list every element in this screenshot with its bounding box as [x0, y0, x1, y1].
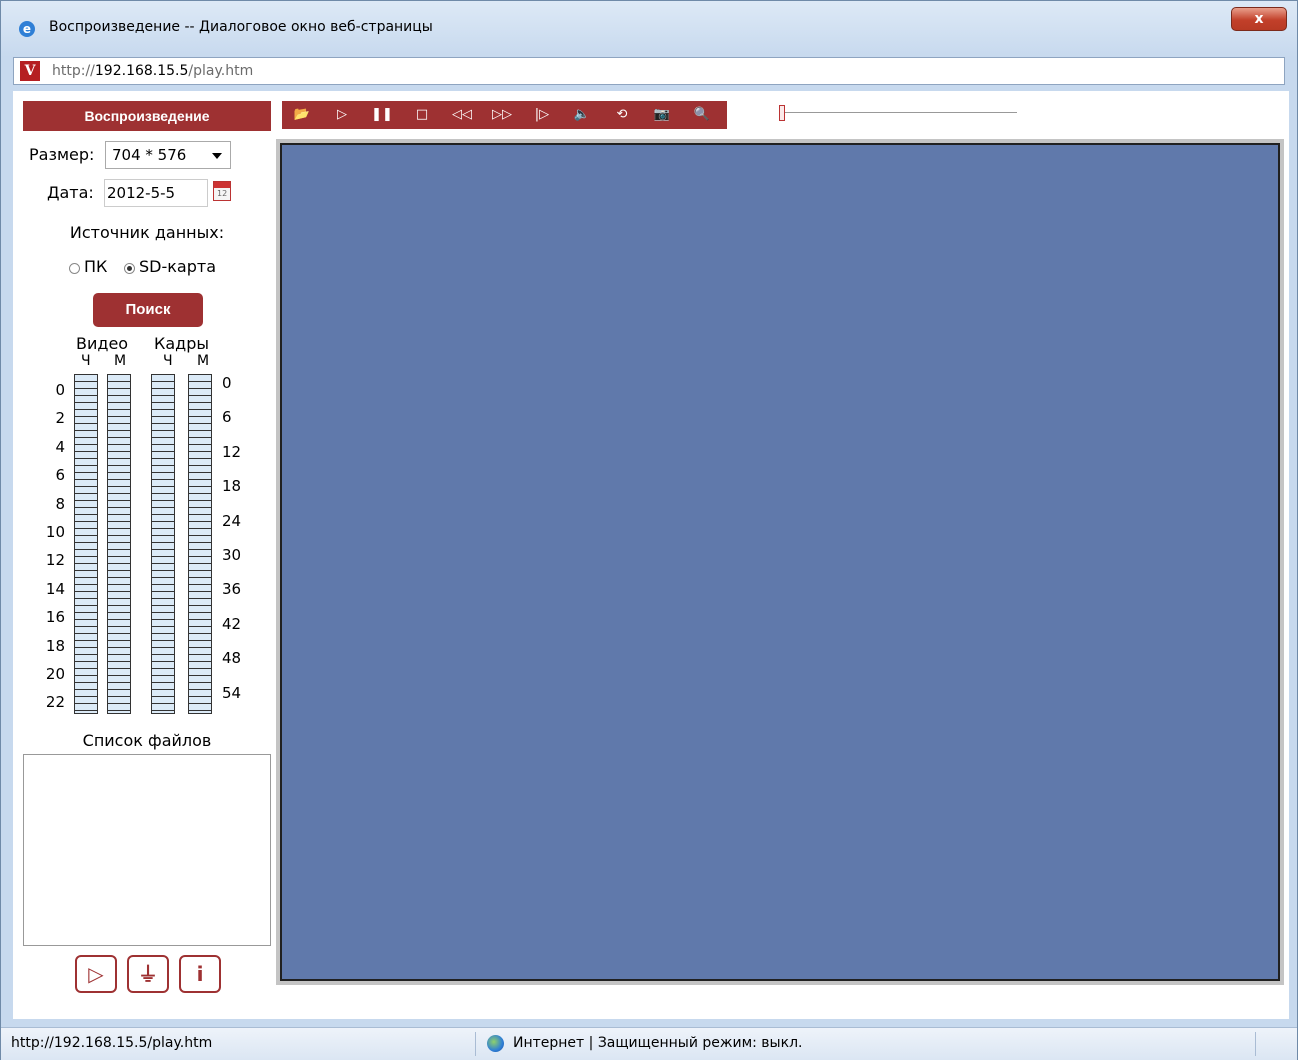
minute-label: 0 — [222, 374, 232, 392]
pause-icon: ❚❚ — [371, 107, 393, 122]
step-forward-button[interactable]: |▷ — [524, 101, 560, 129]
radio-sd-card-label: SD-карта — [139, 257, 216, 276]
hour-label: 4 — [55, 437, 65, 456]
volume-button[interactable]: 🔈 — [564, 101, 600, 129]
speaker-icon: 🔈 — [573, 107, 591, 122]
volume-slider-track[interactable] — [783, 112, 1017, 113]
status-separator — [475, 1032, 476, 1056]
minute-label: 30 — [222, 546, 242, 564]
hour-label: 16 — [45, 608, 65, 627]
title-bar: e Воспроизведение -- Диалоговое окно веб… — [1, 1, 1297, 57]
calendar-icon-text: 12 — [217, 189, 228, 198]
loop-icon: ⟲ — [616, 107, 628, 122]
video-hours-grid[interactable] — [74, 374, 98, 714]
fast-forward-icon: ▷▷ — [492, 107, 512, 122]
video-frame — [276, 139, 1284, 985]
video-minutes-grid[interactable] — [107, 374, 131, 714]
download-icon: ⏚ — [138, 962, 158, 986]
fast-forward-button[interactable]: ▷▷ — [484, 101, 520, 129]
hour-label: 18 — [45, 636, 65, 655]
zoom-button[interactable]: 🔍 — [684, 101, 720, 129]
minute-label: 36 — [222, 580, 242, 599]
ie-icon: e — [19, 21, 35, 37]
hour-label: 22 — [45, 693, 65, 712]
data-source-label: Источник данных: — [69, 223, 225, 242]
stop-icon: □ — [415, 107, 429, 122]
size-select-value: 704 * 576 — [112, 146, 187, 164]
security-zone: Интернет | Защищенный режим: выкл. — [513, 1035, 803, 1051]
rewind-icon: ◁◁ — [452, 107, 472, 122]
frames-hours-grid[interactable] — [151, 374, 175, 714]
size-label: Размер: — [29, 145, 95, 164]
volume-slider-thumb[interactable] — [779, 105, 785, 121]
open-folder-button[interactable]: 📂 — [284, 101, 320, 129]
frames-hours-subheader: Ч — [163, 353, 173, 369]
chevron-down-icon — [212, 153, 222, 159]
download-file-button[interactable]: ⏚ — [127, 955, 169, 993]
file-list-label: Список файлов — [82, 731, 212, 750]
video-viewport[interactable] — [280, 143, 1280, 981]
status-url: http://192.168.15.5/play.htm — [11, 1035, 213, 1051]
file-info-button[interactable]: i — [179, 955, 221, 993]
video-hours-subheader: Ч — [81, 353, 91, 369]
hour-label: 2 — [55, 409, 65, 428]
playback-header: Воспроизведение — [23, 101, 271, 131]
play-button[interactable]: ▷ — [324, 101, 360, 129]
hour-label: 8 — [55, 494, 65, 513]
hour-label: 14 — [45, 579, 65, 598]
minute-label: 6 — [222, 408, 232, 427]
rewind-button[interactable]: ◁◁ — [444, 101, 480, 129]
stop-button[interactable]: □ — [404, 101, 440, 129]
video-column-header: Видео — [76, 334, 129, 353]
close-button[interactable]: x — [1231, 7, 1287, 31]
date-input[interactable]: 2012-5-5 — [104, 179, 208, 207]
snapshot-button[interactable]: 📷 — [644, 101, 680, 129]
size-select[interactable]: 704 * 576 — [105, 141, 231, 169]
hour-label: 10 — [45, 523, 65, 541]
status-separator — [1255, 1032, 1256, 1056]
camera-icon: 📷 — [653, 107, 671, 122]
minute-label: 12 — [222, 442, 242, 461]
hour-label: 0 — [55, 381, 65, 399]
minute-label: 54 — [222, 683, 242, 702]
minute-label: 48 — [222, 649, 242, 668]
calendar-icon[interactable]: 12 — [213, 181, 231, 201]
site-logo-icon: V — [20, 61, 40, 81]
globe-icon — [487, 1035, 504, 1052]
frames-minutes-subheader: М — [197, 353, 210, 369]
radio-pc-label: ПК — [84, 257, 108, 276]
minute-label: 18 — [222, 477, 242, 496]
minute-label: 24 — [222, 511, 242, 530]
folder-open-icon: 📂 — [293, 107, 311, 122]
address-url: http://192.168.15.5/play.htm — [52, 63, 254, 79]
hour-label: 6 — [55, 466, 65, 485]
browser-window: e Воспроизведение -- Диалоговое окно веб… — [0, 0, 1298, 1060]
frames-column-header: Кадры — [154, 334, 210, 353]
info-icon: i — [196, 962, 204, 986]
address-bar: V http://192.168.15.5/play.htm — [13, 57, 1285, 85]
file-list[interactable] — [23, 754, 271, 946]
window-title: Воспроизведение -- Диалоговое окно веб-с… — [49, 19, 433, 35]
pause-button[interactable]: ❚❚ — [364, 101, 400, 129]
hour-label: 20 — [45, 665, 65, 683]
search-button[interactable]: Поиск — [93, 293, 203, 327]
play-file-button[interactable]: ▷ — [75, 955, 117, 993]
status-bar: http://192.168.15.5/play.htm Интернет | … — [1, 1027, 1297, 1060]
play-icon: ▷ — [88, 962, 104, 986]
hour-label: 12 — [45, 551, 65, 570]
radio-pc[interactable] — [69, 263, 80, 274]
step-forward-icon: |▷ — [534, 107, 550, 122]
radio-sd-card[interactable] — [124, 263, 135, 274]
zoom-icon: 🔍 — [693, 107, 711, 122]
play-icon: ▷ — [337, 107, 347, 122]
playback-toolbar: 📂 ▷ ❚❚ □ ◁◁ ▷▷ |▷ 🔈 ⟲ 📷 🔍 — [282, 101, 727, 129]
frames-minutes-grid[interactable] — [188, 374, 212, 714]
date-label: Дата: — [47, 183, 94, 202]
video-minutes-subheader: М — [114, 353, 127, 369]
loop-button[interactable]: ⟲ — [604, 101, 640, 129]
page-content: Воспроизведение Размер: 704 * 576 Дата: … — [13, 91, 1289, 1019]
minute-label: 42 — [222, 614, 242, 633]
